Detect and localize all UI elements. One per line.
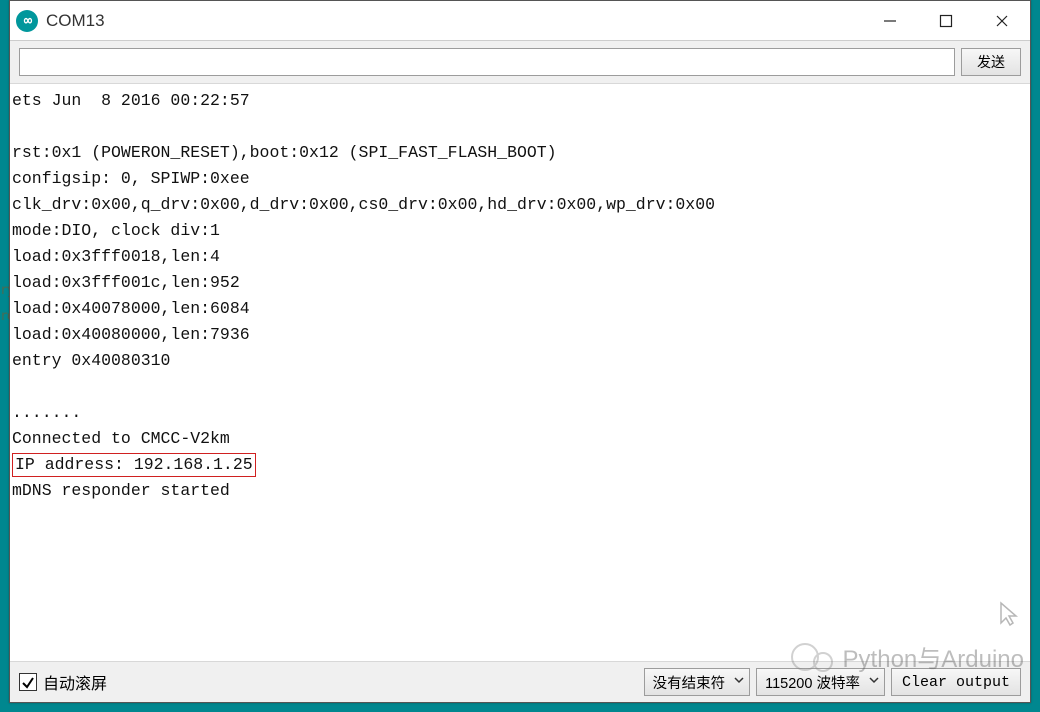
output-line: entry 0x40080310	[12, 348, 1028, 374]
output-line: Connected to CMCC-V2km	[12, 426, 1028, 452]
maximize-button[interactable]	[918, 1, 974, 41]
chevron-down-icon	[868, 674, 880, 690]
serial-output[interactable]: ets Jun 8 2016 00:22:57 rst:0x1 (POWERON…	[10, 84, 1030, 662]
output-line: load:0x40080000,len:7936	[12, 322, 1028, 348]
output-line: rst:0x1 (POWERON_RESET),boot:0x12 (SPI_F…	[12, 140, 1028, 166]
window-title: COM13	[46, 11, 105, 31]
output-line: mode:DIO, clock div:1	[12, 218, 1028, 244]
line-ending-label: 没有结束符	[653, 672, 726, 693]
baud-rate-dropdown[interactable]: 115200 波特率	[756, 668, 885, 696]
checkbox-icon	[19, 673, 37, 691]
line-ending-dropdown[interactable]: 没有结束符	[644, 668, 751, 696]
autoscroll-checkbox[interactable]: 自动滚屏	[19, 670, 107, 694]
minimize-button[interactable]	[862, 1, 918, 41]
output-line: ets Jun 8 2016 00:22:57	[12, 88, 1028, 114]
autoscroll-label: 自动滚屏	[43, 670, 107, 694]
clear-output-button[interactable]: Clear output	[891, 668, 1021, 696]
output-line: load:0x40078000,len:6084	[12, 296, 1028, 322]
ip-address-highlight: IP address: 192.168.1.25	[12, 453, 256, 477]
output-line: configsip: 0, SPIWP:0xee	[12, 166, 1028, 192]
output-line-highlighted: IP address: 192.168.1.25	[12, 452, 1028, 478]
serial-monitor-window: ∞ COM13 发送 ets Jun 8 2016 00:22:57 rst:0…	[9, 0, 1031, 703]
baud-rate-label: 115200 波特率	[765, 672, 860, 693]
output-line: load:0x3fff001c,len:952	[12, 270, 1028, 296]
chevron-down-icon	[733, 674, 745, 690]
output-line	[12, 374, 1028, 400]
output-line: load:0x3fff0018,len:4	[12, 244, 1028, 270]
arduino-icon: ∞	[16, 10, 38, 32]
output-line	[12, 114, 1028, 140]
titlebar: ∞ COM13	[10, 1, 1030, 41]
output-line: mDNS responder started	[12, 478, 1028, 504]
input-row: 发送	[10, 41, 1030, 84]
output-line: .......	[12, 400, 1028, 426]
output-line: clk_drv:0x00,q_drv:0x00,d_drv:0x00,cs0_d…	[12, 192, 1028, 218]
footer: 自动滚屏 没有结束符 115200 波特率 Clear output	[10, 662, 1030, 702]
close-button[interactable]	[974, 1, 1030, 41]
serial-input[interactable]	[19, 48, 955, 76]
send-button[interactable]: 发送	[961, 48, 1021, 76]
